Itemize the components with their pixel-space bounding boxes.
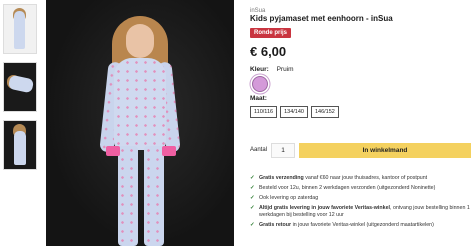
usp-item-continued: werkdagen bij bestelling voor 12 uur	[250, 212, 474, 219]
usp-item: ✓ Besteld voor 12u, binnen 2 werkdagen ve…	[250, 185, 474, 192]
product-title: Kids pyjamaset met eenhoorn - inSua	[250, 14, 393, 23]
thumbnail-figure	[14, 11, 25, 49]
usp-list: ✓ Gratis verzending vanaf €60 naar jouw t…	[250, 175, 474, 232]
product-price: € 6,00	[250, 44, 287, 59]
pyjama-print	[114, 58, 166, 150]
photo-right-cuff	[162, 146, 176, 156]
usp-bold: Gratis verzending	[259, 175, 304, 181]
usp-item: ✓ Gratis verzending vanaf €60 naar jouw t…	[250, 175, 474, 182]
usp-item: ✓ Ook levering op zaterdag	[250, 195, 474, 202]
pyjama-print	[118, 146, 138, 246]
usp-bold: Altijd gratis levering in jouw favoriete…	[259, 205, 390, 211]
thumbnail-figure	[14, 131, 26, 165]
color-row: Kleur: Pruim	[250, 66, 294, 73]
thumbnail-3[interactable]	[3, 120, 37, 170]
photo-left-leg	[118, 146, 138, 246]
price-badge: Ronde prijs	[250, 28, 292, 38]
size-option[interactable]: 146/152	[310, 106, 339, 118]
photo-torso	[114, 58, 166, 150]
usp-text: vanaf €60 naar jouw thuisadres, kantoor …	[303, 175, 428, 181]
thumbnail-list	[3, 4, 39, 178]
size-options: 110/116 134/140 146/152	[250, 106, 339, 118]
check-icon: ✓	[250, 195, 255, 201]
check-icon: ✓	[250, 205, 255, 211]
usp-item: ✓ Altijd gratis levering in jouw favoriet…	[250, 205, 474, 212]
size-option[interactable]: 110/116	[250, 106, 278, 118]
usp-text: Besteld voor 12u, binnen 2 werkdagen ver…	[259, 185, 436, 191]
photo-face	[126, 24, 154, 58]
size-option[interactable]: 134/140	[280, 106, 308, 118]
usp-text: Ook levering op zaterdag	[259, 195, 319, 201]
usp-text: , ontvang jouw bestelling binnen 1	[390, 205, 470, 211]
color-swatch-pruim[interactable]	[252, 76, 268, 92]
color-label: Kleur:	[250, 66, 269, 73]
quantity-input[interactable]: 1	[271, 143, 295, 158]
add-to-cart-row: Aantal 1 In winkelmand	[250, 143, 472, 158]
usp-item: ✓ Gratis retour in jouw favoriete Veritas…	[250, 222, 474, 229]
check-icon: ✓	[250, 222, 255, 228]
color-value: Pruim	[276, 66, 294, 73]
usp-bold: Gratis retour	[259, 222, 292, 228]
thumbnail-1[interactable]	[3, 4, 37, 54]
usp-text: in jouw favoriete Veritas-winkel (uitgez…	[291, 222, 434, 228]
check-icon: ✓	[250, 185, 255, 191]
check-icon: ✓	[250, 175, 255, 181]
thumbnail-2[interactable]	[3, 62, 37, 112]
thumbnail-figure	[7, 74, 35, 94]
product-photo[interactable]	[46, 0, 234, 246]
pyjama-print	[144, 146, 164, 246]
usp-text: werkdagen bij bestelling voor 12 uur	[259, 212, 344, 218]
add-to-cart-button[interactable]: In winkelmand	[299, 143, 471, 158]
size-label: Maat:	[250, 95, 267, 102]
photo-right-leg	[144, 146, 164, 246]
photo-left-cuff	[106, 146, 120, 156]
quantity-label: Aantal	[250, 147, 268, 153]
